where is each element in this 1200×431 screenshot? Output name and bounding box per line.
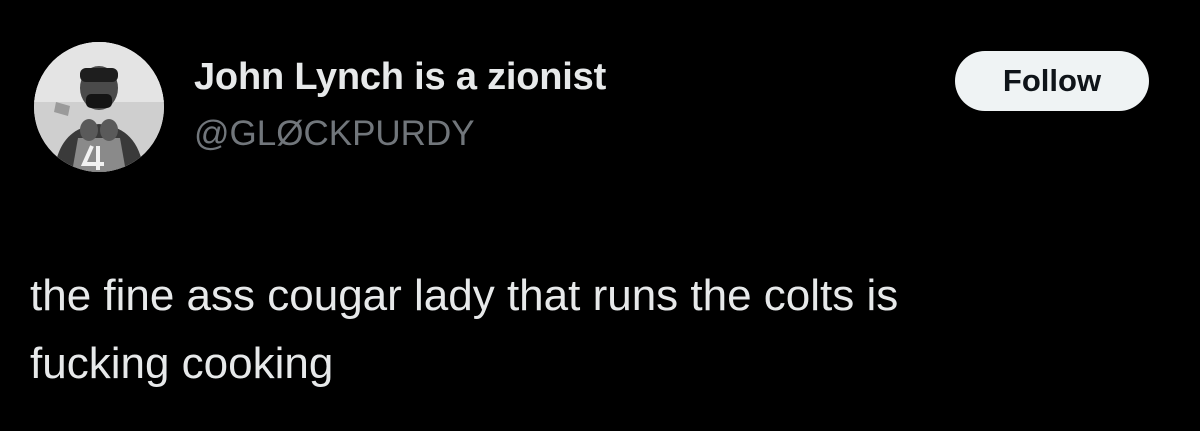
tweet-text-line: fucking cooking [30, 339, 334, 388]
avatar[interactable] [34, 42, 164, 172]
avatar-photo-icon [34, 42, 164, 172]
display-name[interactable]: John Lynch is a zionist [194, 56, 606, 99]
tweet-text-line: the fine ass cougar lady that runs the c… [30, 271, 899, 320]
user-handle[interactable]: @GLØCKPURDY [194, 114, 475, 154]
follow-button[interactable]: Follow [955, 51, 1149, 111]
tweet-card: John Lynch is a zionist @GLØCKPURDY Foll… [0, 0, 1200, 431]
tweet-text: the fine ass cougar lady that runs the c… [30, 262, 1160, 398]
